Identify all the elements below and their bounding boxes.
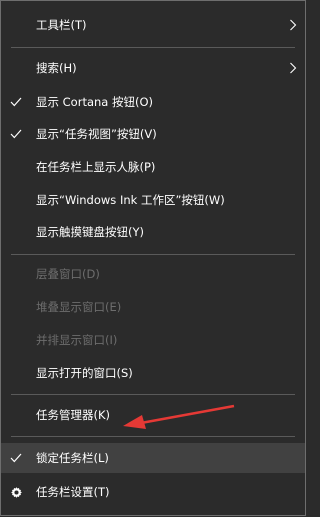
menu-item-label: 并排显示窗口(I) [36, 333, 118, 347]
menu-item-lock-taskbar[interactable]: 锁定任务栏(L) [1, 443, 305, 473]
menu-item-task-manager[interactable]: 任务管理器(K) [1, 400, 305, 430]
menu-item-show-cortana[interactable]: 显示 Cortana 按钮(O) [1, 87, 305, 117]
menu-item-side-by-side: 并排显示窗口(I) [1, 325, 305, 355]
menu-item-label: 堆叠显示窗口(E) [36, 300, 122, 314]
menu-item-label: 显示“任务视图”按钮(V) [36, 127, 157, 141]
menu-item-show-windows-ink[interactable]: 显示“Windows Ink 工作区”按钮(W) [1, 185, 305, 215]
menu-item-show-task-view[interactable]: 显示“任务视图”按钮(V) [1, 119, 305, 149]
checkmark-icon [10, 119, 22, 149]
checkmark-icon [10, 443, 22, 473]
menu-item-cascade-windows: 层叠窗口(D) [1, 259, 305, 289]
menu-separator [11, 47, 295, 48]
menu-item-search[interactable]: 搜索(H) [1, 53, 305, 83]
menu-item-label: 任务栏设置(T) [36, 485, 110, 499]
menu-separator [11, 254, 295, 255]
menu-item-show-people[interactable]: 在任务栏上显示人脉(P) [1, 152, 305, 182]
menu-item-show-touch-keyboard[interactable]: 显示触摸键盘按钮(Y) [1, 217, 305, 247]
menu-item-stack-windows: 堆叠显示窗口(E) [1, 292, 305, 322]
gear-icon [10, 477, 23, 507]
menu-item-label: 在任务栏上显示人脉(P) [36, 160, 156, 174]
menu-item-label: 层叠窗口(D) [36, 267, 100, 281]
menu-item-taskbar-settings[interactable]: 任务栏设置(T) [1, 477, 305, 507]
menu-item-label: 搜索(H) [36, 61, 77, 75]
menu-item-label: 显示“Windows Ink 工作区”按钮(W) [36, 193, 225, 207]
menu-item-toolbars[interactable]: 工具栏(T) [1, 10, 305, 40]
menu-item-show-open-windows[interactable]: 显示打开的窗口(S) [1, 358, 305, 388]
checkmark-icon [10, 87, 22, 117]
chevron-right-icon [289, 53, 297, 83]
menu-item-label: 工具栏(T) [36, 18, 87, 32]
menu-item-label: 任务管理器(K) [36, 408, 111, 422]
menu-separator [11, 394, 295, 395]
menu-item-label: 显示打开的窗口(S) [36, 366, 133, 380]
menu-item-label: 显示 Cortana 按钮(O) [36, 95, 154, 109]
menu-item-label: 锁定任务栏(L) [36, 451, 109, 465]
menu-item-label: 显示触摸键盘按钮(Y) [36, 225, 144, 239]
taskbar-context-menu: 工具栏(T) 搜索(H) 显示 Cortana 按钮(O) 显示“任务视图”按钮… [0, 0, 306, 516]
chevron-right-icon [289, 10, 297, 40]
menu-separator [11, 436, 295, 437]
